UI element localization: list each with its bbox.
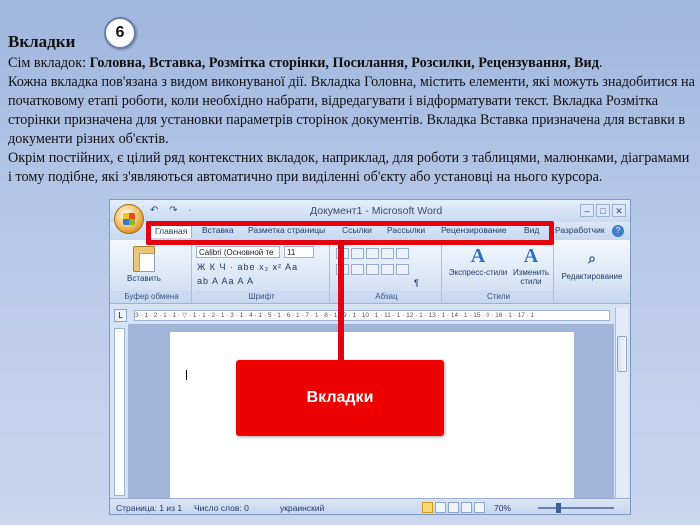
justify-icon[interactable] xyxy=(381,264,394,275)
font-label: Шрифт xyxy=(194,291,329,302)
list-buttons xyxy=(336,248,409,259)
zoom-slider[interactable] xyxy=(538,507,614,509)
font-size-select[interactable]: 11 xyxy=(284,246,314,258)
group-paragraph: ¶ Абзац xyxy=(332,242,442,302)
clipboard-label: Буфер обмена xyxy=(112,291,191,302)
view-buttons xyxy=(422,502,485,513)
word-count[interactable]: Число слов: 0 xyxy=(194,503,249,513)
zoom-level[interactable]: 70% xyxy=(494,503,511,513)
group-clipboard: Вставить Буфер обмена xyxy=(112,242,192,302)
editing-label: Редактирование xyxy=(561,272,623,281)
paragraph-label: Абзац xyxy=(332,291,441,302)
office-logo-icon xyxy=(123,213,135,225)
word-window: ↶ ↷ ∙ Документ1 - Microsoft Word – □ ✕ Г… xyxy=(109,199,631,515)
paste-icon xyxy=(133,246,155,272)
font-format-row[interactable]: Ж К Ч · abe x₂ x² Aa xyxy=(197,262,298,272)
slide-body: Вкладки Сім вкладок: Головна, Вставка, Р… xyxy=(8,30,696,187)
zoom-slider-knob[interactable] xyxy=(556,503,561,513)
status-bar: Страница: 1 из 1 Число слов: 0 украински… xyxy=(110,498,630,514)
full-screen-icon[interactable] xyxy=(435,502,446,513)
pilcrow-icon[interactable]: ¶ xyxy=(414,278,420,288)
ribbon: Вставить Буфер обмена Calibri (Основной … xyxy=(110,240,630,304)
help-icon[interactable]: ? xyxy=(612,225,624,237)
align-center-icon[interactable] xyxy=(351,264,364,275)
draft-icon[interactable] xyxy=(474,502,485,513)
maximize-icon[interactable]: □ xyxy=(596,204,610,217)
paste-label: Вставить xyxy=(127,274,161,283)
multilevel-icon[interactable] xyxy=(366,248,379,259)
office-button[interactable] xyxy=(114,204,144,234)
change-styles-button[interactable]: A Изменить стили xyxy=(510,244,552,286)
quick-access-toolbar[interactable]: ↶ ↷ ∙ xyxy=(150,205,195,216)
align-buttons xyxy=(336,264,409,275)
horizontal-ruler[interactable]: 3 · 1 · 2 · 1 · 1 · ▽ · 1 · 1 · 2 · 1 · … xyxy=(134,310,610,321)
window-title: Документ1 - Microsoft Word xyxy=(310,205,443,217)
tabs-callout: Вкладки xyxy=(236,360,444,436)
tab-developer[interactable]: Разработчик xyxy=(555,225,605,235)
paragraph-2: Окрім постійних, є цілий ряд контекстних… xyxy=(8,150,690,185)
web-layout-icon[interactable] xyxy=(448,502,459,513)
express-styles-button[interactable]: A Экспресс-стили xyxy=(446,244,510,277)
group-editing: ⌕ Редактирование xyxy=(556,242,628,302)
slide-title: Вкладки xyxy=(8,32,76,51)
group-font: Calibri (Основной те 11 Ж К Ч · abe x₂ x… xyxy=(194,242,330,302)
line-spacing-icon[interactable] xyxy=(396,264,409,275)
text-cursor xyxy=(186,370,187,380)
group-styles: A Экспресс-стили A Изменить стили Стили xyxy=(444,242,554,302)
paragraph-1: Кожна вкладка пов'язана з видом виконува… xyxy=(8,74,695,147)
editing-button[interactable]: ⌕ Редактирование xyxy=(560,248,624,281)
tabs-highlight-frame xyxy=(146,221,554,245)
language[interactable]: украинский xyxy=(280,503,324,513)
outline-icon[interactable] xyxy=(461,502,472,513)
minimize-icon[interactable]: – xyxy=(580,204,594,217)
intro-text: Сім вкладок: xyxy=(8,55,90,71)
font-color-row[interactable]: ab A Aa A A xyxy=(197,276,254,286)
styles-icon: A xyxy=(470,245,486,267)
change-styles-label: Изменить стили xyxy=(512,268,550,286)
tabs-list: Головна, Вставка, Розмітка сторінки, Пос… xyxy=(89,55,599,71)
find-icon: ⌕ xyxy=(588,252,596,267)
numbering-icon[interactable] xyxy=(351,248,364,259)
outdent-icon[interactable] xyxy=(381,248,394,259)
intro-end: . xyxy=(598,55,603,71)
change-styles-icon: A xyxy=(523,245,539,267)
window-controls: – □ ✕ xyxy=(580,204,626,217)
scroll-thumb[interactable] xyxy=(617,336,627,372)
vertical-ruler xyxy=(114,328,125,496)
page-count[interactable]: Страница: 1 из 1 xyxy=(116,503,182,513)
title-bar: ↶ ↷ ∙ Документ1 - Microsoft Word – □ ✕ xyxy=(110,200,630,222)
print-layout-icon[interactable] xyxy=(422,502,433,513)
align-right-icon[interactable] xyxy=(366,264,379,275)
styles-label: Стили xyxy=(444,291,553,302)
tabs-intro: Сім вкладок: Головна, Вставка, Розмітка … xyxy=(8,54,696,73)
express-styles-label: Экспресс-стили xyxy=(448,268,508,277)
font-name-select[interactable]: Calibri (Основной те xyxy=(196,246,280,258)
callout-pointer xyxy=(338,243,344,363)
tab-selector[interactable]: L xyxy=(114,309,127,322)
close-icon[interactable]: ✕ xyxy=(612,204,626,217)
paste-button[interactable]: Вставить xyxy=(120,246,168,283)
indent-icon[interactable] xyxy=(396,248,409,259)
vertical-scrollbar[interactable] xyxy=(615,308,628,498)
